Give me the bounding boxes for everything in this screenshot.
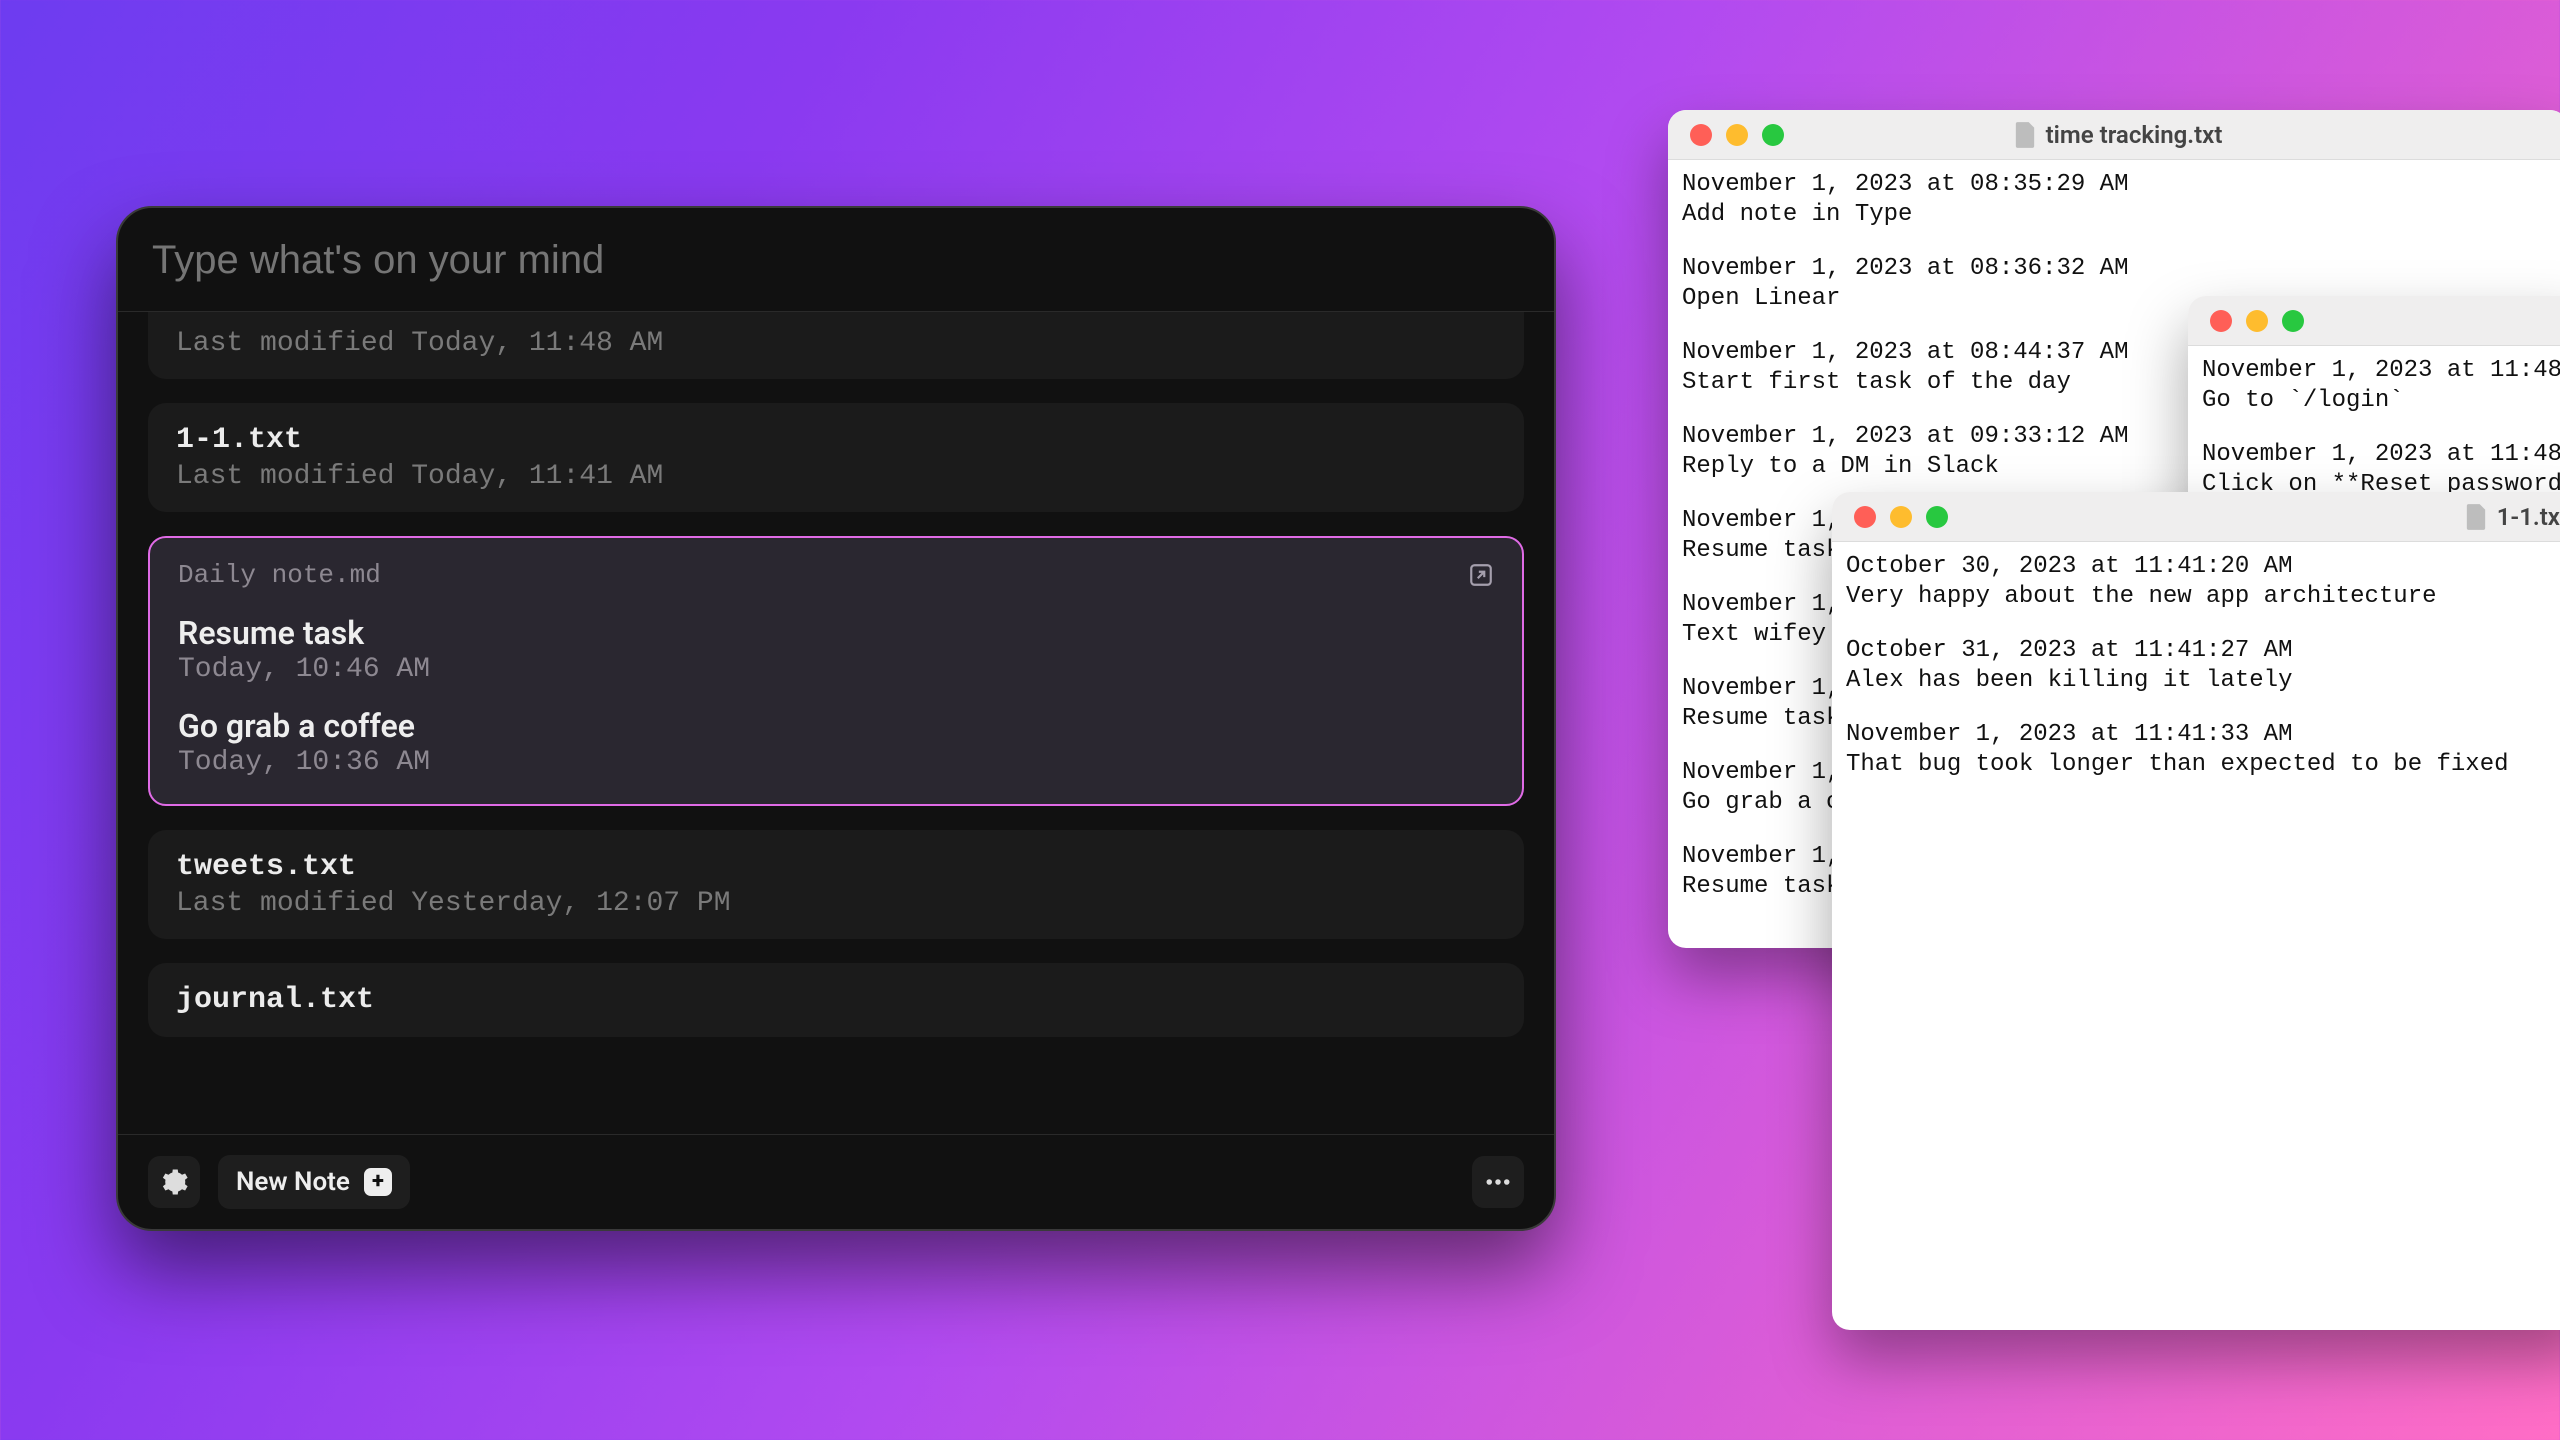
file-icon (2465, 504, 2487, 530)
note-modified: Last modified Today, 11:41 AM (176, 461, 1496, 492)
minimize-icon[interactable] (1726, 124, 1748, 146)
minimize-icon[interactable] (2246, 310, 2268, 332)
note-modified: Last modified Yesterday, 12:07 PM (176, 888, 1496, 919)
close-icon[interactable] (2210, 310, 2232, 332)
more-button[interactable] (1472, 1156, 1524, 1208)
zoom-icon[interactable] (2282, 310, 2304, 332)
new-note-button[interactable]: New Note + (218, 1155, 410, 1209)
notes-app: Last modified Today, 11:48 AM 1-1.txt La… (116, 206, 1556, 1231)
list-item[interactable]: Last modified Today, 11:48 AM (148, 312, 1524, 379)
traffic-lights[interactable] (1690, 124, 1784, 146)
close-icon[interactable] (1690, 124, 1712, 146)
list-item[interactable]: tweets.txt Last modified Yesterday, 12:0… (148, 830, 1524, 939)
gear-icon (159, 1167, 189, 1197)
entry-time: Today, 10:36 AM (178, 747, 1494, 778)
traffic-lights[interactable] (1854, 506, 1948, 528)
plus-icon: + (364, 1168, 392, 1196)
note-file-name: Daily note.md (178, 560, 381, 590)
zoom-icon[interactable] (1762, 124, 1784, 146)
window-body[interactable]: October 30, 2023 at 11:41:20 AM Very hap… (1832, 542, 2560, 814)
note-entry: Resume task Today, 10:46 AM (178, 614, 1494, 685)
titlebar[interactable] (2188, 296, 2560, 346)
titlebar[interactable]: time tracking.txt (1668, 110, 2560, 160)
note-title: journal.txt (176, 983, 1496, 1017)
notes-list: Last modified Today, 11:48 AM 1-1.txt La… (118, 312, 1554, 1134)
note-entry: Go grab a coffee Today, 10:36 AM (178, 707, 1494, 778)
entry-title: Resume task (178, 614, 1494, 652)
list-item[interactable]: journal.txt (148, 963, 1524, 1037)
list-item[interactable]: 1-1.txt Last modified Today, 11:41 AM (148, 403, 1524, 512)
file-icon (2014, 122, 2036, 148)
traffic-lights[interactable] (2210, 310, 2304, 332)
entry-title: Go grab a coffee (178, 707, 1494, 745)
zoom-icon[interactable] (1926, 506, 1948, 528)
list-item-selected[interactable]: Daily note.md Resume task Today, 10:46 A… (148, 536, 1524, 806)
window-1-1[interactable]: 1-1.txt October 30, 2023 at 11:41:20 AM … (1832, 492, 2560, 1330)
window-title: time tracking.txt (2046, 121, 2223, 149)
minimize-icon[interactable] (1890, 506, 1912, 528)
window-title: 1-1.txt (2497, 503, 2560, 531)
more-icon (1483, 1167, 1513, 1197)
close-icon[interactable] (1854, 506, 1876, 528)
search-bar (118, 208, 1554, 312)
search-input[interactable] (152, 238, 1520, 283)
note-modified: Last modified Today, 11:48 AM (176, 328, 1496, 359)
new-note-label: New Note (236, 1167, 350, 1197)
settings-button[interactable] (148, 1156, 200, 1208)
entry-time: Today, 10:46 AM (178, 654, 1494, 685)
titlebar[interactable]: 1-1.txt (1832, 492, 2560, 542)
note-title: tweets.txt (176, 850, 1496, 884)
open-external-icon[interactable] (1468, 562, 1494, 588)
note-title: 1-1.txt (176, 423, 1496, 457)
app-footer: New Note + (118, 1134, 1554, 1229)
